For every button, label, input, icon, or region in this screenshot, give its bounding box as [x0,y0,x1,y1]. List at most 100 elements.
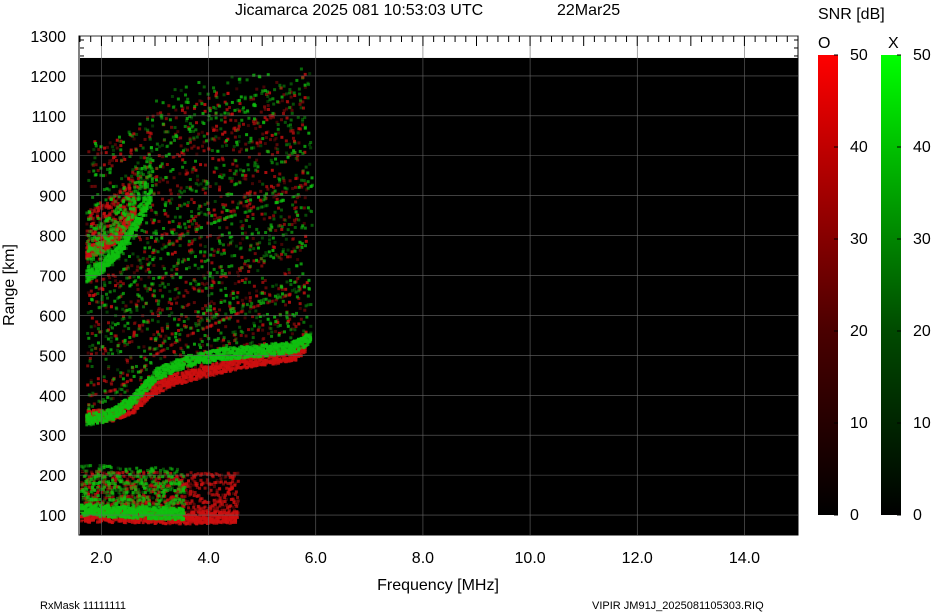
heat-cell-x [91,343,95,347]
heat-cell-o [158,288,162,292]
heat-cell-o [170,252,174,256]
heat-cell-o [138,127,142,131]
heat-cell-o [247,269,251,273]
heat-cell-o [121,329,125,333]
heat-cell-x [130,174,134,178]
heat-cell-x [107,365,111,369]
heat-cell-o [173,297,177,301]
heat-cell-x [91,404,95,408]
heat-cell-o [176,130,180,134]
heat-cell-o [291,131,295,135]
heat-cell-o [296,258,300,262]
heat-cell-o [284,287,288,291]
heat-cell-o [103,146,107,150]
heat-cell-o [288,255,292,259]
heat-cell-o [287,271,291,275]
heat-cell-x [108,167,112,171]
heat-cell-o [110,304,114,308]
heat-cell-o [288,292,292,296]
heat-cell-x [158,311,162,315]
heat-cell-o [166,214,170,218]
heat-cell-x [111,185,115,189]
heat-cell-o [274,228,278,232]
heat-cell-o [109,381,113,385]
heat-cell-o [192,287,196,291]
heat-cell-o [281,111,285,115]
heat-cell-o [230,112,234,116]
heat-cell-o [233,135,237,139]
heat-cell-o [244,173,248,177]
heat-cell-o [290,108,294,112]
heat-cell-x [153,379,157,383]
heat-cell-o [234,490,238,494]
heat-cell-o [298,302,302,306]
heat-cell-x [162,138,166,142]
heat-cell-o [171,342,175,346]
heat-cell-o [128,378,132,382]
heat-cell-o [263,107,267,111]
heat-cell-o [142,156,146,160]
heat-cell-x [148,261,152,265]
heat-cell-x [121,301,125,305]
heat-cell-o [301,123,305,127]
heat-cell-o [209,344,213,348]
heat-cell-o [119,152,123,156]
heat-cell-x [120,177,124,181]
heat-cell-o [289,145,293,149]
heat-cell-o [187,506,191,510]
heat-cell-o [235,87,239,91]
heat-cell-o [277,183,281,187]
heat-cell-o [197,132,201,136]
heat-cell-o [279,118,283,122]
heat-cell-x [112,289,116,293]
heat-cell-x [165,322,169,326]
heat-cell-o [114,279,118,283]
heat-cell-o [164,211,168,215]
heat-cell-x [93,346,97,350]
heat-cell-o [218,487,222,491]
heat-cell-o [294,200,298,204]
heat-cell-x [152,276,156,280]
heat-cell-x [109,336,113,340]
heat-cell-o [237,124,241,128]
heat-cell-x [108,171,112,175]
heat-cell-o [251,212,255,216]
heat-cell-o [268,138,272,142]
heat-cell-o [238,360,242,364]
heat-cell-x [129,355,133,359]
heat-cell-o [167,112,171,116]
heat-cell-o [102,163,106,167]
heat-cell-x [139,261,143,265]
heat-cell-x [109,397,113,401]
heat-cell-o [160,326,164,330]
heat-cell-x [166,282,170,286]
heat-cell-x [146,241,150,245]
heat-cell-x [142,320,146,324]
heat-cell-x [89,325,93,329]
heat-cell-o [152,263,156,267]
heat-cell-o [170,302,174,306]
heat-cell-x [167,152,171,156]
heat-cell-x [111,321,115,325]
heat-cell-o [285,116,289,120]
heat-cell-o [246,124,250,128]
heat-cell-o [200,482,204,486]
heat-cell-o [139,238,143,242]
heat-cell-x [118,135,122,139]
heat-cell-o [298,306,302,310]
heat-cell-o [244,334,248,338]
heat-cell-o [234,503,238,507]
heat-cell-x [129,310,133,314]
heat-cell-x [125,308,129,312]
heat-cell-o [227,271,231,275]
heat-cell-x [155,142,159,146]
heat-cell-x [92,148,96,152]
heat-cell-x [163,285,167,289]
heat-cell-o [96,377,100,381]
heat-cell-x [94,144,98,148]
heat-cell-o [266,104,270,108]
heat-cell-o [213,213,217,217]
heat-cell-o [303,196,307,200]
heat-cell-x [136,161,140,165]
heat-cell-o [216,519,220,523]
